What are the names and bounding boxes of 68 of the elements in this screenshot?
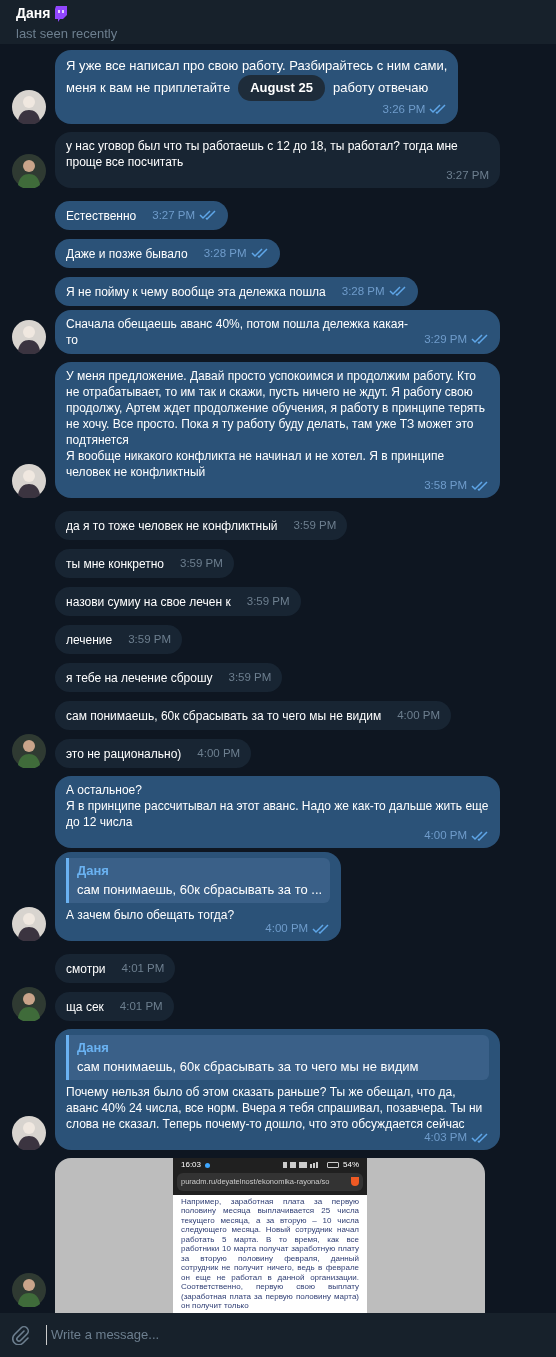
message-text: У меня предложение. Давай просто успокоимся и продолжим работу. Кто не отрабатывает, то им так и скажи, пусть ничего не ждут. Я работу свою продолжу, Артем ждет продолжение обучения, я работу в принципе терять не хочу. Все просто. Пока я ту работу буду делать, там уже ТЗ может это подтянется Я вообще никакого конфликта не начинал и не хотел. Я в принципе человек не конфликтный [66,367,487,480]
message-text: Естественно [66,207,137,224]
reply-text: сам понимаешь, 60к сбрасывать за то ... [77,881,323,900]
paperclip-icon[interactable] [12,1325,30,1345]
message-text: ты мне конкретно [66,555,165,572]
message-time: 3:28 PM [341,283,385,299]
message-time: 3:59 PM [180,555,223,571]
screenshot-image[interactable] [55,1157,485,1313]
message-composer[interactable]: Write a message... [0,1313,556,1357]
message-time: 4:00 PM [397,707,441,723]
message-time: 3:59 PM [293,517,337,533]
reply-author: Даня [77,861,110,880]
avatar[interactable] [12,733,46,768]
avatar[interactable] [12,89,46,124]
message-text: я тебе на лечение сброшу [66,669,213,686]
message-time: 4:01 PM [119,998,163,1014]
status-time: 16:03 [181,1159,202,1172]
message-text: Почему нельзя было об этом сказать раньше? Ты же обещал, что да, аванс 40% 24 числа, все норм. Вчера я тебя спрашивал, позавчера. Ты ни слова не сказал. Теперь почему-то дошло, что это обсуждается сейчас [66,1083,484,1132]
message-time: 3:59 PM [246,593,290,609]
message-time: 3:59 PM [128,631,172,647]
reply-author: Даня [77,1038,110,1057]
speech-bubble-icon [54,5,69,22]
message-text: лечение [66,631,113,648]
message-time: 4:00 PM [424,828,467,844]
avatar[interactable] [12,1115,46,1150]
message-text: работу отвечаю [333,79,429,98]
date-badge: August 25 [238,75,325,101]
avatar[interactable] [12,906,46,941]
message-text: А зачем было обещать тогда? [66,906,236,923]
message-text: Даже и позже бывало [66,245,188,262]
avatar[interactable] [12,319,46,354]
reply-quote[interactable]: Даня сам понимаешь, 60к сбрасывать за то ... [66,857,331,903]
message-time: 4:03 PM [424,1130,467,1146]
message-text: А остальное? Я в принципе рассчитывал на этот аванс. Надо же как-то дальше жить еще до 12 числа [66,781,489,830]
message-text: назови сумиу на свое лечен к [66,593,231,610]
message-time: 3:27 PM [446,168,489,184]
avatar[interactable] [12,1273,46,1307]
message-input[interactable]: Write a message... [46,1325,544,1345]
shield-icon [351,1177,359,1187]
message-time: 3:29 PM [424,331,467,347]
message-time: 4:00 PM [265,921,309,937]
message-text: это не рационально) [66,745,182,762]
message-time: 3:26 PM [382,101,426,117]
message-text: Я не пойму к чему вообще эта дележка пошла [66,283,326,300]
message-time: 3:28 PM [203,245,247,261]
message-time: 4:01 PM [121,960,165,976]
message-text: ща сек [66,998,104,1015]
message-text: сам понимаешь, 60к сбрасывать за то чего мы не видим [66,707,382,724]
avatar[interactable] [12,153,46,188]
message-time: 3:58 PM [424,478,467,494]
message-text: смотри [66,960,106,977]
reply-quote[interactable]: Даня сам понимаешь, 60к сбрасывать за то чего мы не видим [66,1034,489,1080]
message-text: меня к вам не приплетайте [66,79,231,98]
battery-percent: 54% [343,1159,359,1172]
avatar[interactable] [12,463,46,498]
message-time: 3:27 PM [152,207,196,223]
last-seen-status: last seen recently [16,25,119,43]
battery-icon [327,1162,339,1169]
message-text: Я уже все написал про свою работу. Разбирайтесь с ним сами, [66,57,448,75]
avatar[interactable] [12,986,46,1021]
reply-text: сам понимаешь, 60к сбрасывать за то чего мы не видим [77,1058,420,1077]
message-text: у нас уговор был что ты работаешь с 12 до 18, ты работал? тогда мне проще все посчитать [66,137,459,170]
message-text: да я то тоже человек не конфликтный [66,517,278,534]
article-paragraph: Например, заработная плата за первую половину месяца выплачивается 25 числа текущего месяца, а за вторую – 10 числа следующего месяца. Новый сотрудник начал работать 5 марта. В то время, как все работники 10 марта получат заработную плату за вторую половину февраля, данный сотрудник не получит ничего, ведь в феврале он еще не работал в данной организации. Соответственно, первую свою выплату (заработная плата за первую половину марта) он получит только [180,1195,360,1311]
message-text: Сначала обещаешь аванс 40%, потом пошла дележка какая-то [66,315,409,348]
message-time: 4:00 PM [197,745,241,761]
message-time: 3:59 PM [228,669,272,685]
contact-name: Даня [16,4,51,23]
